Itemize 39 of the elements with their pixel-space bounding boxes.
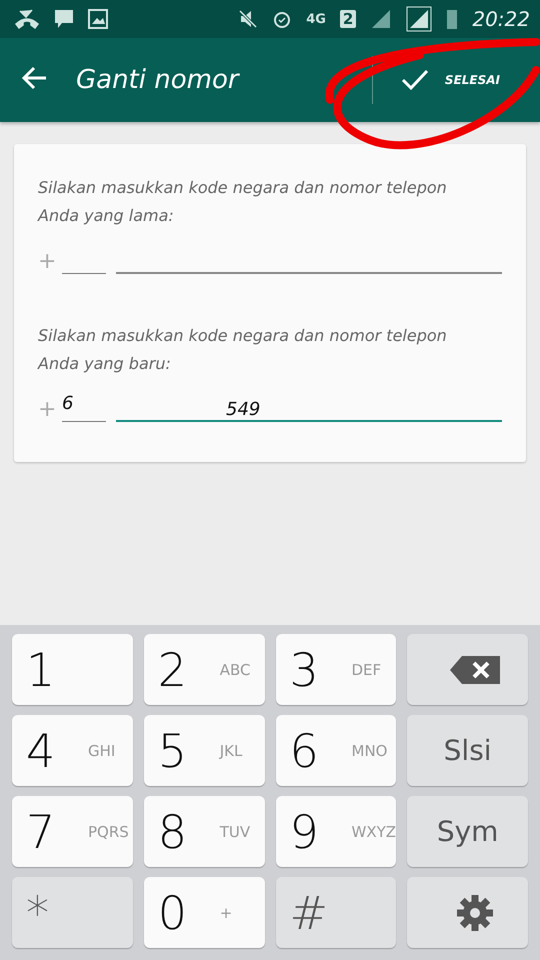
keypad-key[interactable]: # xyxy=(276,877,396,948)
keypad-key[interactable]: Slsi xyxy=(407,715,528,786)
status-time: 20:22 xyxy=(472,7,530,31)
keypad-key[interactable]: 3 DEF xyxy=(276,634,396,705)
keypad-key[interactable]: 5 JKL xyxy=(144,715,264,786)
mute-icon xyxy=(238,9,258,29)
done-button[interactable]: SELESAI xyxy=(372,38,540,122)
image-icon xyxy=(88,9,108,29)
alarm-icon xyxy=(272,9,292,29)
keypad-key[interactable]: 6 MNO xyxy=(276,715,396,786)
phone-number-field[interactable]: 549 xyxy=(116,392,502,422)
field-label: Silakan masukkan kode negara dan nomor telepon Anda yang lama: xyxy=(38,177,448,227)
keypad-key[interactable]: * xyxy=(12,877,133,948)
missed-call-icon xyxy=(14,8,40,30)
battery-icon xyxy=(446,8,458,30)
country-code-field[interactable]: 6 xyxy=(62,393,106,422)
keypad-key[interactable]: 9 WXYZ xyxy=(276,796,396,867)
signal-icon xyxy=(406,6,432,32)
sim-badge: 2 xyxy=(340,10,356,28)
keypad-key[interactable]: 1 xyxy=(12,634,133,705)
keypad-key[interactable]: 4 GHI xyxy=(12,715,133,786)
check-icon xyxy=(400,69,429,91)
back-arrow-icon xyxy=(22,66,48,90)
plus-sign: + xyxy=(38,249,52,274)
plus-sign: + xyxy=(38,397,52,422)
settings-icon xyxy=(454,892,495,932)
keypad-key[interactable]: 7 PQRS xyxy=(12,796,133,867)
screen-title: Ganti nomor xyxy=(76,65,239,95)
field-label: Silakan masukkan kode negara dan nomor telepon Anda yang baru: xyxy=(38,325,448,375)
backspace-key[interactable] xyxy=(407,634,528,705)
keypad-key[interactable]: 0 + xyxy=(144,877,264,948)
network-type: 4G xyxy=(306,12,326,26)
keypad-key[interactable]: 8 TUV xyxy=(144,796,264,867)
signal-icon xyxy=(370,9,392,29)
keypad-key[interactable]: 2 ABC xyxy=(144,634,264,705)
keypad-key[interactable]: Sym xyxy=(407,796,528,867)
chat-icon xyxy=(54,9,74,29)
backspace-icon xyxy=(450,656,500,684)
settings-key[interactable] xyxy=(407,877,528,948)
